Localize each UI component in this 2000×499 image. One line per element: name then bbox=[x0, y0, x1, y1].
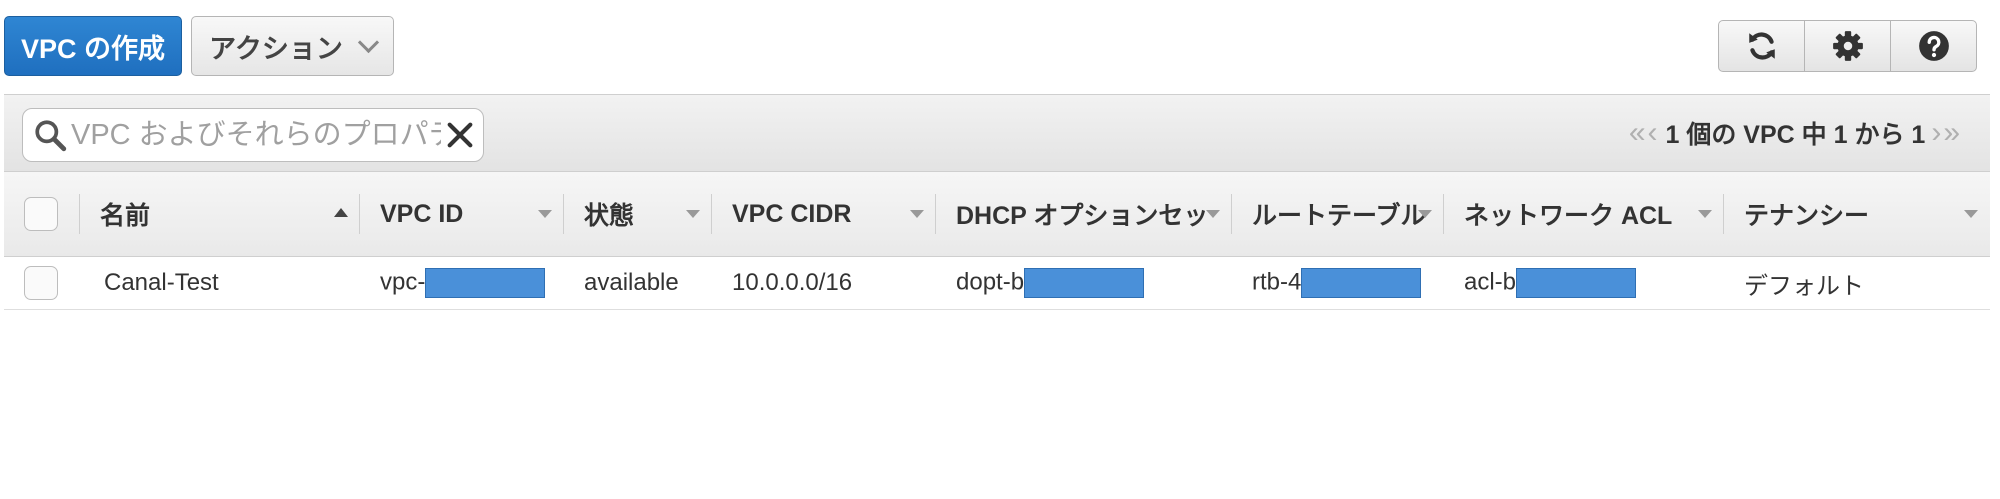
next-page-icon[interactable]: › bbox=[1931, 116, 1941, 150]
route-table-prefix: rtb-4 bbox=[1252, 268, 1302, 296]
column-header-label: 状態 bbox=[584, 202, 635, 230]
sort-icon bbox=[1206, 210, 1220, 218]
select-all-cell bbox=[4, 172, 80, 257]
toolbar: VPC の作成 アクション bbox=[0, 0, 1990, 90]
filter-bar: « ‹ 1 個の VPC 中 1 から 1 › » bbox=[4, 94, 1990, 172]
column-header-label: ルートテーブル bbox=[1252, 202, 1426, 230]
redacted-block bbox=[1024, 268, 1145, 298]
table-header-row: 名前 VPC ID 状態 VPC CIDR DHCP オプションセッ ルートテー… bbox=[4, 172, 1990, 257]
column-header-label: テナンシー bbox=[1744, 202, 1870, 230]
sort-icon bbox=[1698, 210, 1712, 218]
clear-search-icon[interactable] bbox=[445, 120, 475, 150]
column-header-acl[interactable]: ネットワーク ACL bbox=[1444, 172, 1724, 257]
column-header-status[interactable]: 状態 bbox=[564, 172, 712, 257]
cell-name: Canal-Test bbox=[80, 256, 360, 310]
chevron-down-icon bbox=[357, 31, 379, 53]
search-icon bbox=[35, 120, 67, 152]
help-icon bbox=[1918, 31, 1949, 61]
gear-icon bbox=[1832, 31, 1863, 61]
cell-cidr: 10.0.0.0/16 bbox=[712, 256, 936, 310]
row-checkbox[interactable] bbox=[24, 266, 58, 300]
help-button[interactable] bbox=[1890, 20, 1977, 72]
table-row[interactable]: Canal-Test vpc- available 10.0.0.0/16 do… bbox=[4, 256, 1990, 310]
vpc-id-prefix: vpc- bbox=[380, 268, 426, 296]
column-header-label: DHCP オプションセッ bbox=[956, 202, 1209, 230]
cell-tenancy: デフォルト bbox=[1724, 256, 1990, 310]
refresh-button[interactable] bbox=[1718, 20, 1805, 72]
dhcp-prefix: dopt-b bbox=[956, 268, 1025, 296]
column-header-cidr[interactable]: VPC CIDR bbox=[712, 172, 936, 257]
create-vpc-button[interactable]: VPC の作成 bbox=[4, 16, 182, 76]
first-page-icon[interactable]: « bbox=[1629, 116, 1646, 150]
column-header-route-table[interactable]: ルートテーブル bbox=[1232, 172, 1444, 257]
cell-route-table: rtb-4 bbox=[1232, 256, 1444, 310]
pagination: « ‹ 1 個の VPC 中 1 から 1 › » bbox=[1629, 115, 1960, 151]
column-header-label: 名前 bbox=[100, 202, 151, 230]
redacted-block bbox=[425, 268, 546, 298]
redacted-block bbox=[1516, 268, 1637, 298]
column-header-label: ネットワーク ACL bbox=[1464, 202, 1673, 230]
refresh-icon bbox=[1748, 32, 1775, 60]
settings-button[interactable] bbox=[1804, 20, 1891, 72]
pagination-text: 1 個の VPC 中 1 から 1 bbox=[1665, 121, 1926, 149]
actions-label: アクション bbox=[209, 33, 343, 64]
redacted-block bbox=[1301, 268, 1422, 298]
sort-icon bbox=[1418, 210, 1432, 218]
column-header-vpc-id[interactable]: VPC ID bbox=[360, 172, 564, 257]
column-header-label: VPC ID bbox=[380, 199, 464, 228]
column-header-name[interactable]: 名前 bbox=[80, 172, 360, 257]
sort-icon bbox=[538, 210, 552, 218]
select-all-checkbox[interactable] bbox=[24, 197, 58, 231]
cell-vpc-id: vpc- bbox=[360, 256, 564, 310]
vpc-table: 名前 VPC ID 状態 VPC CIDR DHCP オプションセッ ルートテー… bbox=[4, 172, 1990, 310]
cell-acl: acl-b bbox=[1444, 256, 1724, 310]
column-header-tenancy[interactable]: テナンシー bbox=[1724, 172, 1990, 257]
sort-ascending-icon bbox=[334, 208, 348, 217]
previous-page-icon[interactable]: ‹ bbox=[1648, 116, 1658, 150]
row-select-cell bbox=[4, 256, 80, 310]
cell-dhcp: dopt-b bbox=[936, 256, 1232, 310]
search-input[interactable] bbox=[67, 118, 441, 152]
sort-icon bbox=[910, 210, 924, 218]
sort-icon bbox=[1964, 210, 1978, 218]
search-box bbox=[22, 108, 484, 162]
actions-dropdown-button[interactable]: アクション bbox=[191, 16, 394, 76]
toolbar-icon-group bbox=[1718, 20, 1977, 72]
cell-status: available bbox=[564, 256, 712, 310]
create-vpc-label: VPC の作成 bbox=[20, 33, 166, 64]
sort-icon bbox=[686, 210, 700, 218]
column-header-dhcp[interactable]: DHCP オプションセッ bbox=[936, 172, 1232, 257]
acl-prefix: acl-b bbox=[1464, 268, 1517, 296]
column-header-label: VPC CIDR bbox=[732, 199, 852, 228]
last-page-icon[interactable]: » bbox=[1943, 116, 1960, 150]
